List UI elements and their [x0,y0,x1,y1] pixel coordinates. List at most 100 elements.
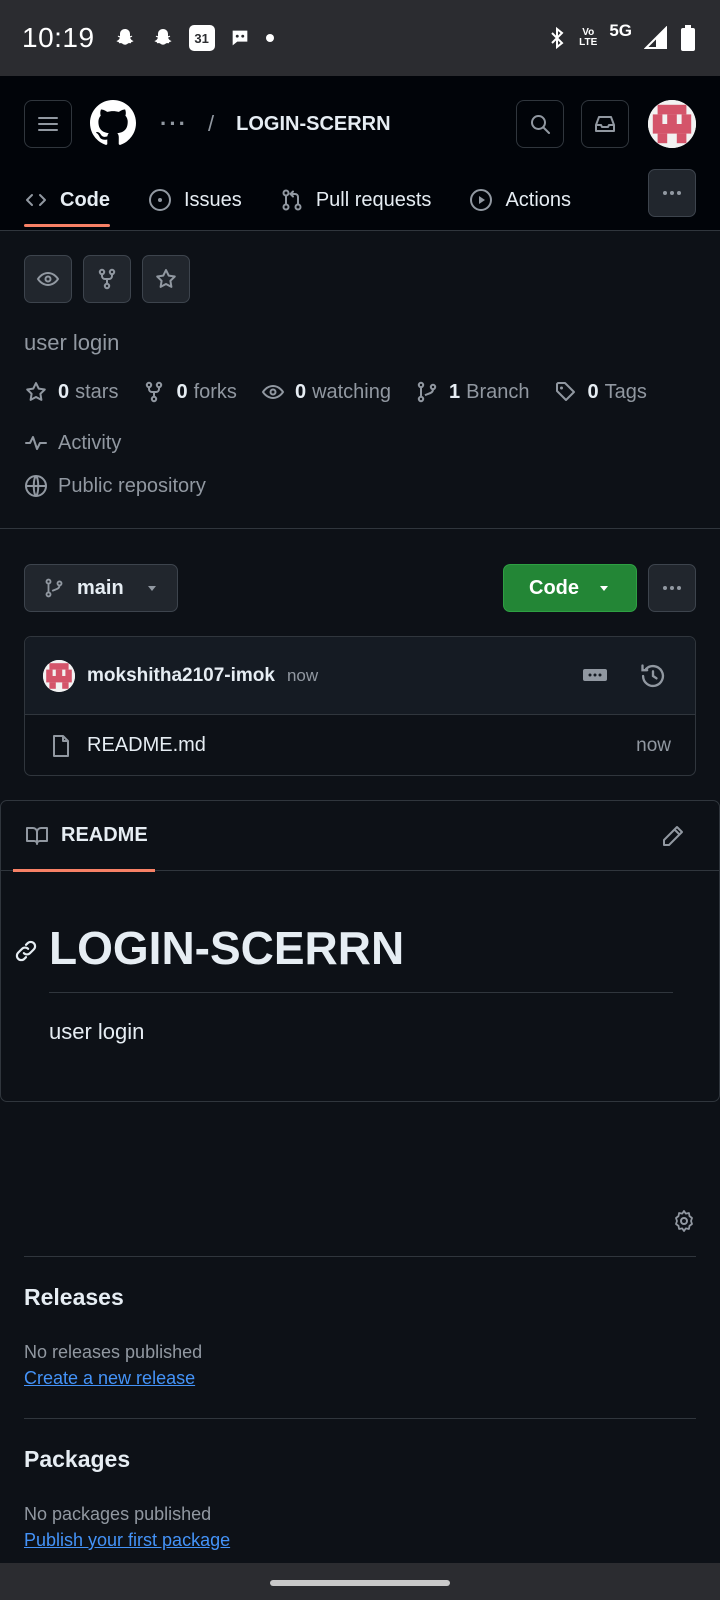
snapchat-icon [151,26,175,50]
stars-link[interactable]: 0 stars [24,380,118,404]
readme-heading: LOGIN-SCERRN [49,922,405,974]
code-button[interactable]: Code [503,564,637,612]
star-button[interactable] [142,255,190,303]
tab-actions[interactable]: Actions [469,169,571,231]
file-row[interactable]: README.md now [25,715,695,775]
tab-label: Issues [184,188,242,211]
code-icon [24,188,60,212]
commit-time: now [286,665,319,685]
packages-title[interactable]: Packages [24,1446,130,1473]
branches-link[interactable]: 1 Branch [415,380,530,404]
watching-count: 0 [294,380,307,403]
play-icon [469,188,505,212]
watch-button[interactable] [24,255,72,303]
commit-author[interactable]: mokshitha2107-imok [87,665,275,687]
calendar-icon: 31 [188,25,215,51]
watching-link[interactable]: 0 watching [261,380,391,404]
more-actions-button[interactable] [648,564,696,612]
stars-label: stars [75,380,119,403]
readme-tab-label: README [61,824,148,846]
star-icon [154,267,178,291]
breadcrumb-more-button[interactable]: ··· [160,111,188,137]
kebab-horizontal-icon [660,576,684,600]
home-gesture-handle[interactable] [270,1580,450,1586]
status-bar: 10:19 31 Vo LTE 5G [0,0,720,76]
commit-message-toggle[interactable] [581,664,609,686]
dot-icon [265,33,275,43]
history-icon[interactable] [639,662,667,690]
readme-body: user login [49,1019,145,1044]
kebab-horizontal-icon [660,181,684,205]
eye-icon [36,267,60,291]
readme-rule [49,992,673,993]
fork-icon [142,380,176,404]
inbox-button[interactable] [581,100,629,148]
section-divider [24,1418,696,1419]
file-list: mokshitha2107-imok now README.md now [24,636,696,776]
avatar[interactable] [648,100,696,148]
latest-commit: mokshitha2107-imok now [25,637,695,715]
bluetooth-icon [547,26,567,50]
search-button[interactable] [516,100,564,148]
calendar-day: 31 [194,30,209,46]
branch-icon [415,380,449,404]
file-icon [49,734,73,758]
messaging-icon [229,27,251,49]
readme-tab[interactable]: README [13,801,155,872]
watching-label: watching [312,380,391,403]
code-button-label: Code [529,576,579,599]
repo-tabs: Code Issues Pull requests Actions [24,169,609,231]
search-icon [528,112,552,136]
pulse-icon [24,431,58,455]
tab-code[interactable]: Code [24,169,110,231]
issue-icon [148,188,184,212]
activity-link[interactable]: Activity [24,431,121,455]
tab-pull-requests[interactable]: Pull requests [280,169,432,231]
eye-icon [261,380,295,404]
releases-note: No releases published [24,1342,203,1362]
book-icon [25,824,49,848]
repo-stats: 0 stars 0 forks 0 watching 1 Branch 0 Ta… [24,380,671,404]
network-type: 5G [609,21,632,40]
edit-pencil-icon[interactable] [661,824,685,848]
gear-icon[interactable] [672,1209,696,1233]
branch-selector[interactable]: main [24,564,178,612]
menu-button[interactable] [24,100,72,148]
signal-icon [644,26,668,50]
create-release-link[interactable]: Create a new release [24,1368,195,1389]
repo-name-link[interactable]: LOGIN-SCERRN [236,113,390,136]
tab-label: Code [60,188,110,211]
system-nav-bar [0,1563,720,1600]
star-icon [24,380,58,404]
tags-count: 0 [587,380,599,403]
link-icon[interactable] [13,938,39,964]
fork-icon [95,267,119,291]
forks-link[interactable]: 0 forks [142,380,237,404]
repo-description: user login [24,330,120,355]
battery-icon [680,24,696,52]
activity-label: Activity [58,431,122,454]
readme-header: README [1,801,719,872]
forks-count: 0 [176,380,188,403]
section-divider [24,1256,696,1257]
tab-label: Pull requests [315,188,432,211]
visibility-info: Public repository [24,474,206,498]
forks-label: forks [193,380,237,403]
breadcrumb-separator: / [207,111,215,136]
fork-button[interactable] [83,255,131,303]
publish-package-link[interactable]: Publish your first package [24,1530,230,1551]
repo-header: ··· / LOGIN-SCERRN Code Issues Pull requ… [0,76,720,231]
caret-down-icon [145,581,159,595]
tags-link[interactable]: 0 Tags [554,380,647,404]
tab-issues[interactable]: Issues [148,169,242,231]
more-tabs-button[interactable] [648,169,696,217]
tag-icon [554,380,588,404]
avatar[interactable] [43,659,75,692]
snapchat-icon [113,26,137,50]
github-logo[interactable] [90,100,136,146]
releases-title[interactable]: Releases [24,1284,124,1311]
branch-name: main [77,576,124,599]
file-name[interactable]: README.md [87,734,206,757]
globe-icon [24,474,58,498]
branch-label: Branch [466,380,530,403]
